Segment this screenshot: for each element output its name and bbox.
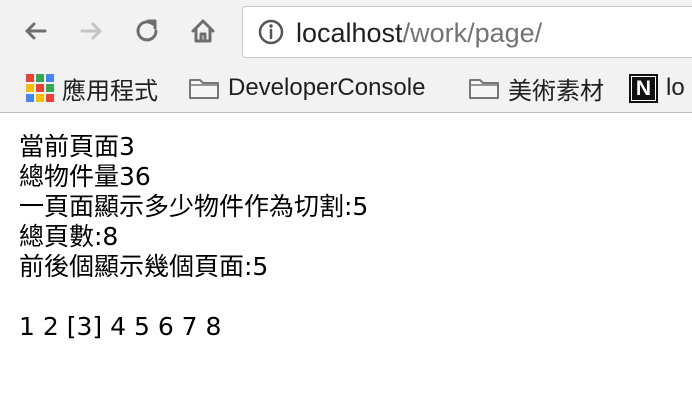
url-text[interactable]: localhost/work/page/ <box>296 17 542 49</box>
back-arrow-icon <box>25 22 47 40</box>
page-content: 當前頁面3 總物件量36 一頁面顯示多少物件作為切割:5 總頁數:8 前後個顯示… <box>19 132 368 342</box>
pagination: 1 2 [3] 4 5 6 7 8 <box>19 312 368 342</box>
bookmark-notion[interactable]: N lo <box>629 70 685 106</box>
reload-button[interactable] <box>130 14 164 48</box>
bookmark-label: DeveloperConsole <box>228 74 426 101</box>
apps-grid-icon <box>26 74 54 102</box>
page-window-text: 前後個顯示幾個頁面:5 <box>19 252 269 281</box>
page-link-5[interactable]: 5 <box>134 312 150 341</box>
folder-icon <box>189 79 219 99</box>
info-icon[interactable] <box>257 18 285 46</box>
browser-chrome: localhost/work/page/ 應用程式 DeveloperConso… <box>0 0 692 113</box>
page-link-6[interactable]: 6 <box>158 312 174 341</box>
bookmarks-bar: 應用程式 DeveloperConsole 美術素材 N lo <box>0 64 692 112</box>
page-link-1[interactable]: 1 <box>19 312 35 341</box>
forward-arrow-icon <box>80 22 102 40</box>
bookmark-apps[interactable]: 應用程式 <box>26 70 158 106</box>
current-page-indicator: [3] <box>66 312 103 341</box>
bookmark-label: 應用程式 <box>62 77 158 105</box>
notion-icon: N <box>629 73 658 103</box>
back-button[interactable] <box>18 14 52 48</box>
forward-button[interactable] <box>75 14 109 48</box>
total-items-text: 總物件量36 <box>19 162 151 191</box>
items-per-page-text: 一頁面顯示多少物件作為切割:5 <box>19 192 369 221</box>
address-bar[interactable]: localhost/work/page/ <box>242 6 692 58</box>
bookmark-label: lo <box>666 74 685 101</box>
home-icon <box>191 19 215 43</box>
page-link-8[interactable]: 8 <box>206 312 222 341</box>
reload-icon <box>136 19 158 42</box>
current-page-text: 當前頁面3 <box>19 132 135 161</box>
browser-toolbar: localhost/work/page/ <box>0 0 692 64</box>
bookmark-art-assets[interactable]: 美術素材 <box>468 70 604 106</box>
folder-icon <box>469 79 499 99</box>
page-link-7[interactable]: 7 <box>182 312 198 341</box>
page-link-2[interactable]: 2 <box>43 312 59 341</box>
bookmark-label: 美術素材 <box>508 77 604 105</box>
page-link-4[interactable]: 4 <box>110 312 126 341</box>
url-path: /work/page/ <box>402 18 543 48</box>
url-host: localhost <box>296 18 403 48</box>
bookmark-developer-console[interactable]: DeveloperConsole <box>188 70 425 106</box>
home-button[interactable] <box>186 14 220 48</box>
total-pages-text: 總頁數:8 <box>19 222 119 251</box>
